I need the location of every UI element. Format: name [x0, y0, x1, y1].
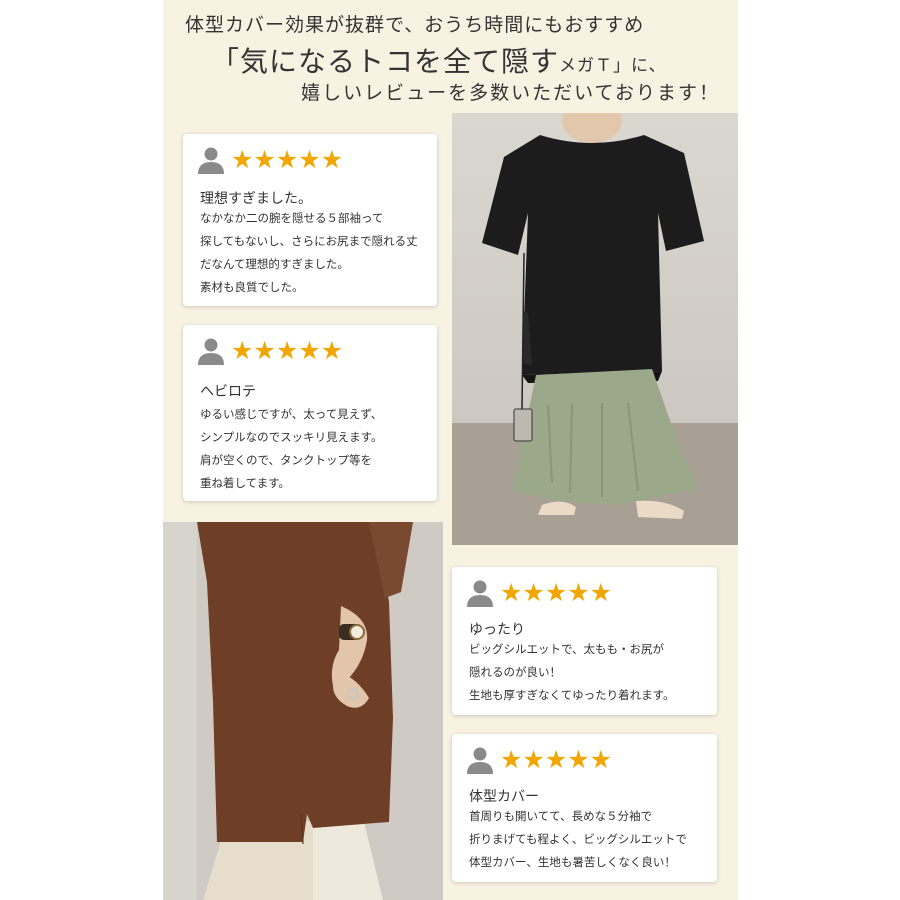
review-card-4: ★★★★★ 体型カバー 首周りも開いてて、長めな５分袖で 折りまげても程よく、ビ… — [452, 734, 717, 882]
headline-small: メガＴ」に、 — [559, 56, 667, 76]
review-line: だなんて理想的すぎました。 — [200, 257, 349, 271]
review-header: ★★★★★ — [197, 337, 343, 365]
product-review-banner: 体型カバー効果が抜群で、おうち時間にもおすすめ 「気になるトコを全て隠すメガＴ」… — [0, 0, 900, 900]
review-card-1: ★★★★★ 理想すぎました。 なかなか二の腕を隠せる５部袖って 探してもないし、… — [183, 134, 437, 306]
user-icon — [198, 147, 224, 174]
star-rating: ★★★★★ — [500, 747, 612, 773]
review-header: ★★★★★ — [466, 746, 612, 774]
review-line: ゆるい感じですが、太って見えず、 — [200, 407, 383, 421]
review-line: シンプルなのでスッキリ見えます。 — [200, 430, 383, 444]
review-line: 生地も厚すぎなくてゆったり着れます。 — [469, 688, 675, 702]
review-header: ★★★★★ — [466, 579, 612, 607]
headline: 体型カバー効果が抜群で、おうち時間にもおすすめ 「気になるトコを全て隠すメガＴ」… — [163, 0, 738, 110]
review-line: 素材も良質でした。 — [200, 280, 304, 294]
headline-main: 「気になるトコを全て隠す — [211, 45, 560, 78]
review-line: ビッグシルエットで、太もも・お尻が — [469, 642, 665, 656]
headline-line-1: 体型カバー効果が抜群で、おうち時間にもおすすめ — [185, 14, 645, 36]
brown-tee-illustration — [197, 522, 413, 900]
user-icon — [198, 338, 224, 365]
review-line: 折りまげても程よく、ビッグシルエットで — [469, 832, 687, 846]
review-line: 隠れるのが良い！ — [469, 665, 561, 679]
review-line: 肩が空くので、タンクトップ等を — [200, 453, 373, 467]
review-title: 体型カバー — [469, 789, 539, 805]
star-icon: ★★★★★ — [231, 336, 344, 365]
review-title: 理想すぎました。 — [200, 191, 312, 207]
review-text: なかなか二の腕を隠せる５部袖って 探してもないし、さらにお尻まで隠れる丈 だなん… — [200, 207, 418, 299]
star-rating: ★★★★★ — [231, 147, 343, 173]
star-icon: ★★★★★ — [231, 145, 344, 174]
review-card-2: ★★★★★ ヘビロテ ゆるい感じですが、太って見えず、 シンプルなのでスッキリ見… — [183, 325, 437, 501]
review-line: 探してもないし、さらにお尻まで隠れる丈 — [200, 234, 418, 248]
review-text: ゆるい感じですが、太って見えず、 シンプルなのでスッキリ見えます。 肩が空くので… — [200, 403, 383, 495]
user-icon — [467, 747, 493, 774]
review-title: ヘビロテ — [200, 384, 256, 400]
review-line: 首周りも開いてて、長めな５分袖で — [469, 809, 653, 823]
user-icon — [467, 580, 493, 607]
star-rating: ★★★★★ — [231, 338, 343, 364]
star-rating: ★★★★★ — [500, 580, 612, 606]
black-tee-illustration — [452, 113, 738, 545]
review-line: なかなか二の腕を隠せる５部袖って — [200, 211, 384, 225]
review-text: 首周りも開いてて、長めな５分袖で 折りまげても程よく、ビッグシルエットで 体型カ… — [469, 805, 687, 874]
review-title: ゆったり — [469, 622, 525, 638]
review-line: 重ね着してます。 — [200, 476, 290, 490]
review-text: ビッグシルエットで、太もも・お尻が 隠れるのが良い！ 生地も厚すぎなくてゆったり… — [469, 638, 675, 707]
review-line: 体型カバー、生地も暑苦しくなく良い！ — [469, 855, 676, 869]
headline-line-2: 「気になるトコを全て隠すメガＴ」に、 — [211, 40, 667, 80]
star-icon: ★★★★★ — [500, 578, 613, 607]
model-photo-brown-tee — [163, 522, 443, 900]
headline-line-3: 嬉しいレビューを多数いただいております！ — [301, 82, 720, 104]
review-card-3: ★★★★★ ゆったり ビッグシルエットで、太もも・お尻が 隠れるのが良い！ 生地… — [452, 567, 717, 715]
model-photo-black-tee — [452, 113, 738, 545]
review-header: ★★★★★ — [197, 146, 343, 174]
star-icon: ★★★★★ — [500, 745, 613, 774]
